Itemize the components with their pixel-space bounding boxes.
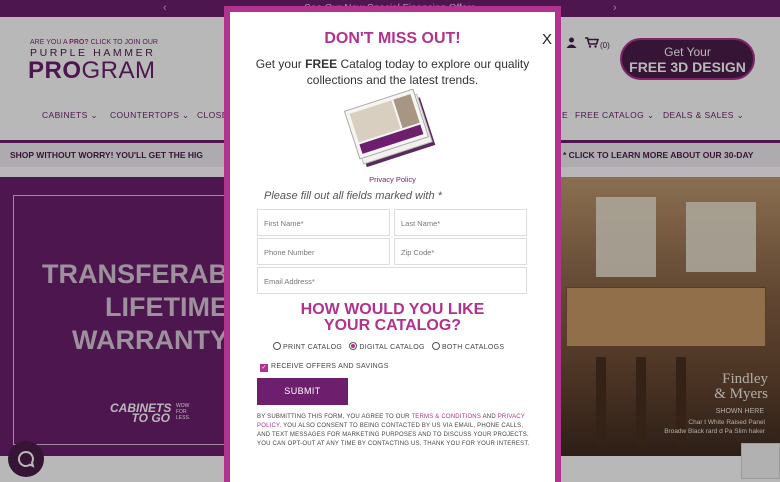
digital-catalog-label[interactable]: DIGITAL CATALOG (359, 344, 424, 351)
submit-button[interactable]: SUBMIT (257, 378, 348, 405)
catalog-format-options: PRINT CATALOG DIGITAL CATALOG BOTH CATAL… (273, 342, 509, 351)
both-catalogs-label[interactable]: BOTH CATALOGS (442, 344, 504, 351)
last-name-field[interactable]: Last Name* (394, 209, 527, 236)
phone-field[interactable]: Phone Number (257, 238, 390, 265)
modal-subtitle: Get your FREE Catalog today to explore o… (250, 56, 535, 88)
legal-pre: BY SUBMITTING THIS FORM, YOU AGREE TO OU… (257, 414, 412, 420)
legal-mid: AND (481, 414, 498, 420)
legal-post: . YOU ALSO CONSENT TO BEING CONTACTED BY… (257, 423, 530, 447)
offers-checkbox[interactable]: ✓ (260, 364, 268, 372)
consent-text: BY SUBMITTING THIS FORM, YOU AGREE TO OU… (257, 413, 532, 449)
required-fields-note: Please fill out all fields marked with * (264, 190, 442, 202)
offers-checkbox-row[interactable]: ✓ RECEIVE OFFERS AND SAVINGS (260, 363, 389, 372)
catalog-format-heading: HOW WOULD YOU LIKE YOUR CATALOG? (230, 302, 555, 334)
how-line2: YOUR CATALOG? (323, 317, 462, 334)
privacy-policy-link[interactable]: Privacy Policy (230, 175, 555, 184)
offers-label[interactable]: RECEIVE OFFERS AND SAVINGS (271, 363, 389, 370)
first-name-field[interactable]: First Name* (257, 209, 390, 236)
subtitle-bold: FREE (305, 57, 338, 71)
modal-title: DON'T MISS OUT! (324, 30, 461, 47)
print-catalog-radio[interactable] (273, 342, 281, 350)
both-catalogs-radio[interactable] (431, 342, 440, 350)
how-line1: HOW WOULD YOU LIKE (300, 301, 485, 318)
catalog-signup-modal: X DON'T MISS OUT! Get your FREE Catalog … (224, 6, 561, 482)
subtitle-pre: Get your (255, 57, 306, 71)
terms-link[interactable]: TERMS & CONDITIONS (411, 414, 481, 420)
print-catalog-label[interactable]: PRINT CATALOG (283, 344, 342, 351)
digital-catalog-radio[interactable] (349, 342, 358, 350)
subtitle-post: Catalog today to explore our quality col… (306, 57, 530, 87)
catalog-stack-image (343, 89, 436, 168)
email-field[interactable]: Email Address* (257, 267, 527, 294)
zip-code-field[interactable]: Zip Code* (394, 238, 527, 265)
